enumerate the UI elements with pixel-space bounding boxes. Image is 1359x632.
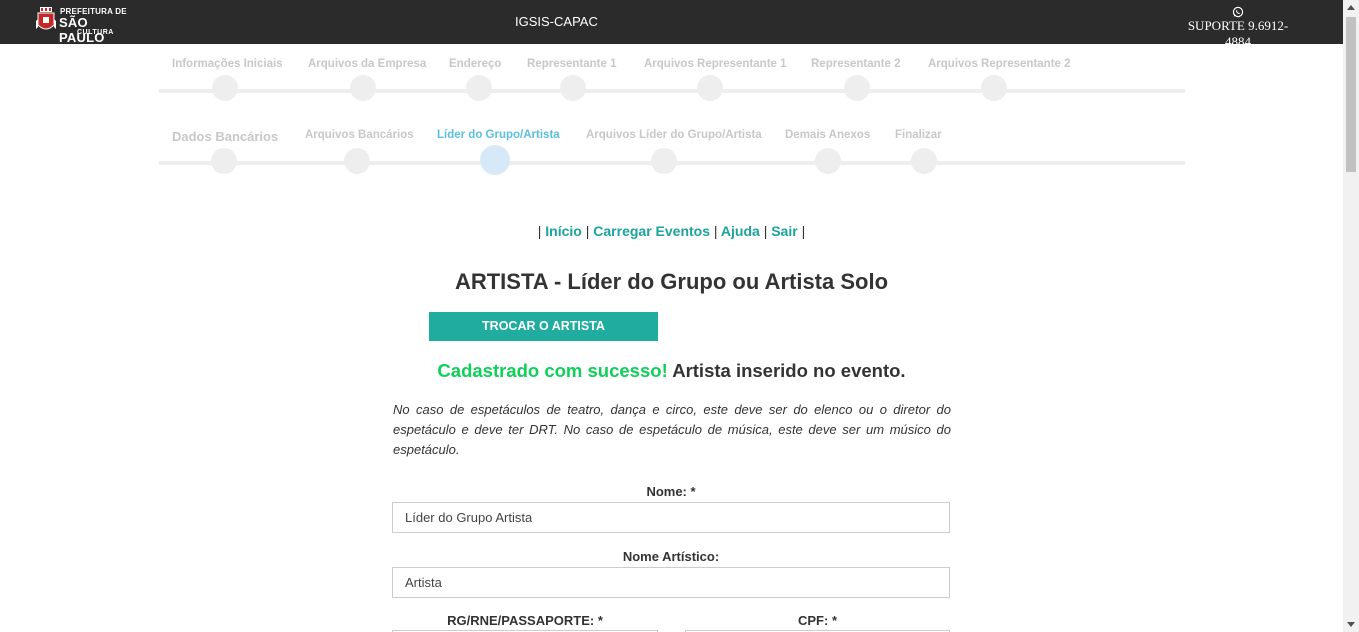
step-finalizar[interactable]: Finalizar xyxy=(895,129,942,141)
nome-label: Nome: * xyxy=(646,484,696,499)
success-text: Cadastrado com sucesso! xyxy=(437,360,668,381)
scroll-up-arrow-icon[interactable] xyxy=(1347,5,1355,10)
page-title: ARTISTA - Líder do Grupo ou Artista Solo xyxy=(454,269,889,294)
city-crest-icon xyxy=(36,7,56,30)
step-dot[interactable] xyxy=(350,75,376,101)
step-dot[interactable] xyxy=(560,75,586,101)
step-dados-bancarios[interactable]: Dados Bancários xyxy=(172,129,278,144)
step-dot-active[interactable] xyxy=(480,145,510,175)
nome-artistico-label: Nome Artístico: xyxy=(622,549,720,564)
step-dot[interactable] xyxy=(212,75,238,101)
support-contact[interactable]: SUPORTE 9.6912-4884 xyxy=(1176,6,1300,50)
support-text: SUPORTE 9.6912-4884 xyxy=(1187,18,1289,49)
step-lider-grupo-artista[interactable]: Líder do Grupo/Artista xyxy=(437,129,560,141)
step-dot[interactable] xyxy=(344,148,370,174)
scroll-down-arrow-icon[interactable] xyxy=(1347,622,1355,627)
step-dot[interactable] xyxy=(697,75,723,101)
step-arquivos-representante-2[interactable]: Arquivos Representante 2 xyxy=(928,58,1071,70)
step-dot[interactable] xyxy=(911,148,937,174)
app-title: IGSIS-CAPAC xyxy=(515,14,598,29)
step-dot[interactable] xyxy=(466,75,492,101)
page-scrollbar[interactable] xyxy=(1343,0,1359,632)
step-endereco[interactable]: Endereço xyxy=(449,58,501,70)
step-informacoes-iniciais[interactable]: Informações Iniciais xyxy=(172,58,283,70)
whatsapp-icon xyxy=(1232,6,1244,18)
top-nav-links: | Início | Carregar Eventos | Ajuda | Sa… xyxy=(0,223,1343,239)
nome-input[interactable]: Líder do Grupo Artista xyxy=(392,502,950,533)
step-dot[interactable] xyxy=(651,148,677,174)
status-detail-text: Artista inserido no evento. xyxy=(672,360,906,381)
step-arquivos-lider[interactable]: Arquivos Líder do Grupo/Artista xyxy=(586,129,762,141)
step-dot[interactable] xyxy=(981,75,1007,101)
step-representante-1[interactable]: Representante 1 xyxy=(527,58,616,70)
prefeitura-logo[interactable]: PREFEITURA DE SÃO PAULO CULTURA xyxy=(36,7,136,45)
step-dot[interactable] xyxy=(844,75,870,101)
nav-separator: | xyxy=(585,223,590,239)
nav-separator: | xyxy=(763,223,768,239)
scrollbar-thumb[interactable] xyxy=(1346,17,1356,172)
step-dot[interactable] xyxy=(815,148,841,174)
nome-artistico-input[interactable]: Artista xyxy=(392,567,950,598)
wizard-track-row-1 xyxy=(159,89,1185,93)
nav-separator: | xyxy=(537,223,542,239)
step-arquivos-bancarios[interactable]: Arquivos Bancários xyxy=(305,129,414,141)
rg-label: RG/RNE/PASSAPORTE: * xyxy=(447,613,603,628)
step-dot[interactable] xyxy=(211,148,237,174)
step-arquivos-representante-1[interactable]: Arquivos Representante 1 xyxy=(644,58,787,70)
nav-carregar-eventos-link[interactable]: Carregar Eventos xyxy=(593,223,710,239)
cpf-label: CPF: * xyxy=(798,613,837,628)
nav-separator: | xyxy=(713,223,718,239)
nav-inicio-link[interactable]: Início xyxy=(545,223,582,239)
step-representante-2[interactable]: Representante 2 xyxy=(811,58,900,70)
status-message: Cadastrado com sucesso! Artista inserido… xyxy=(0,360,1343,382)
nav-separator: | xyxy=(801,223,806,239)
top-bar: PREFEITURA DE SÃO PAULO CULTURA IGSIS-CA… xyxy=(0,0,1343,49)
instruction-note: No caso de espetáculos de teatro, dança … xyxy=(393,402,951,457)
logo-line-3: CULTURA xyxy=(77,29,114,36)
step-arquivos-empresa[interactable]: Arquivos da Empresa xyxy=(308,58,426,70)
nav-sair-link[interactable]: Sair xyxy=(771,223,797,239)
nav-ajuda-link[interactable]: Ajuda xyxy=(721,223,760,239)
step-demais-anexos[interactable]: Demais Anexos xyxy=(785,129,870,141)
trocar-artista-button[interactable]: TROCAR O ARTISTA xyxy=(429,312,658,341)
